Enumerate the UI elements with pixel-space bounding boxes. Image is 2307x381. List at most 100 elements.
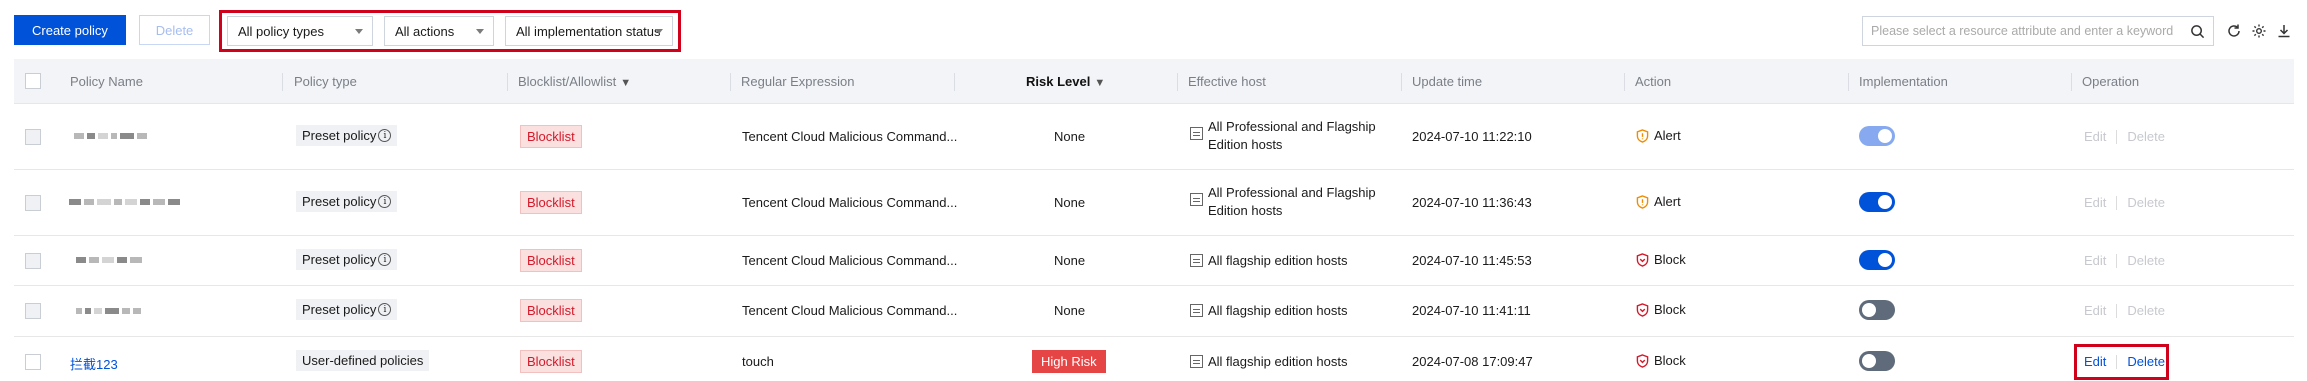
- action-cell: Block: [1636, 252, 1686, 267]
- block-shield-icon: [1636, 302, 1649, 317]
- update-time-cell: 2024-07-10 11:45:53: [1412, 253, 1532, 268]
- effective-host-cell: All Professional and Flagship Edition hos…: [1190, 184, 1383, 220]
- action-cell: Alert: [1636, 194, 1681, 209]
- implementation-select[interactable]: All implementation status: [505, 16, 673, 46]
- create-policy-button[interactable]: Create policy: [14, 15, 126, 45]
- col-update-time: Update time: [1412, 74, 1483, 89]
- policy-type-cell: Preset policy i: [296, 299, 398, 320]
- regex-cell: Tencent Cloud Malicious Command...: [742, 129, 958, 144]
- regex-cell: Tencent Cloud Malicious Command...: [742, 303, 958, 318]
- info-icon[interactable]: i: [378, 303, 392, 316]
- redacted-policy-name: [69, 199, 180, 205]
- update-time-cell: 2024-07-10 11:22:10: [1412, 129, 1532, 144]
- policy-type-cell: Preset policy i: [296, 191, 398, 212]
- chevron-down-icon: [355, 29, 363, 34]
- host-line1: All flagship edition hosts: [1208, 253, 1348, 268]
- action-cell: Block: [1636, 353, 1686, 368]
- action-label: Alert: [1654, 128, 1681, 143]
- operation-cell: Edit Delete: [2084, 354, 2165, 369]
- policy-type-tag: Preset policy i: [296, 299, 398, 320]
- col-risk-level: Risk Level ▼: [1026, 59, 1105, 104]
- table-row[interactable]: 拦截123 User-defined policies Blocklist to…: [14, 337, 2294, 381]
- filter-icon[interactable]: ▼: [620, 61, 631, 106]
- info-icon[interactable]: i: [378, 253, 392, 266]
- row-checkbox[interactable]: [25, 195, 41, 211]
- implementation-toggle[interactable]: [1859, 300, 1895, 320]
- action-select[interactable]: All actions: [384, 16, 494, 46]
- table-row[interactable]: Preset policy i Blocklist Tencent Cloud M…: [14, 104, 2294, 170]
- policy-type-label: Preset policy: [302, 252, 377, 267]
- col-list-type-label: Blocklist/Allowlist: [518, 74, 617, 89]
- col-divider: [1401, 73, 1402, 91]
- host-icon: [1190, 304, 1203, 317]
- edit-link[interactable]: Edit: [2084, 195, 2106, 210]
- row-checkbox[interactable]: [25, 129, 41, 145]
- policy-type-label: Preset policy: [302, 194, 377, 209]
- row-checkbox[interactable]: [25, 253, 41, 269]
- col-action: Action: [1635, 74, 1672, 89]
- delete-link[interactable]: Delete: [2127, 195, 2165, 210]
- host-icon: [1190, 193, 1203, 206]
- table-row[interactable]: Preset policy i Blocklist Tencent Cloud M…: [14, 236, 2294, 286]
- risk-level-cell: None: [1054, 195, 1086, 210]
- edit-link[interactable]: Edit: [2084, 303, 2106, 318]
- download-icon[interactable]: [2275, 22, 2293, 40]
- filter-icon[interactable]: ▼: [1094, 61, 1105, 106]
- high-risk-badge: High Risk: [1032, 350, 1106, 373]
- col-implementation: Implementation: [1859, 74, 1948, 89]
- redacted-policy-name: [74, 133, 147, 139]
- risk-level-cell: None: [1054, 129, 1086, 144]
- host-icon: [1190, 127, 1203, 140]
- edit-link[interactable]: Edit: [2084, 354, 2106, 369]
- blocklist-tag: Blocklist: [520, 249, 582, 272]
- delete-link[interactable]: Delete: [2127, 354, 2165, 369]
- blocklist-tag: Blocklist: [520, 299, 582, 322]
- host-line1: All Professional and Flagship: [1208, 119, 1376, 134]
- refresh-icon[interactable]: [2225, 22, 2243, 40]
- implementation-toggle[interactable]: [1859, 351, 1895, 371]
- row-checkbox[interactable]: [25, 354, 41, 370]
- col-divider: [1848, 73, 1849, 91]
- gear-icon[interactable]: [2250, 22, 2268, 40]
- operation-cell: Edit Delete: [2084, 253, 2165, 268]
- table-header: Policy Name Policy type Blocklist/Allowl…: [14, 59, 2294, 104]
- risk-level-cell: None: [1054, 303, 1086, 318]
- policy-table: Policy Name Policy type Blocklist/Allowl…: [14, 59, 2294, 381]
- table-row[interactable]: Preset policy i Blocklist Tencent Cloud M…: [14, 286, 2294, 337]
- delete-link[interactable]: Delete: [2127, 303, 2165, 318]
- redacted-policy-name: [76, 257, 142, 263]
- action-label: Alert: [1654, 194, 1681, 209]
- redacted-policy-name: [76, 308, 141, 314]
- implementation-toggle[interactable]: [1859, 126, 1895, 146]
- table-row[interactable]: Preset policy i Blocklist Tencent Cloud M…: [14, 170, 2294, 236]
- blocklist-tag: Blocklist: [520, 350, 582, 373]
- list-type-cell: Blocklist: [520, 125, 582, 148]
- info-icon[interactable]: i: [378, 195, 392, 208]
- delete-link[interactable]: Delete: [2127, 253, 2165, 268]
- delete-button[interactable]: Delete: [139, 15, 210, 45]
- row-checkbox[interactable]: [25, 303, 41, 319]
- policy-type-select[interactable]: All policy types: [227, 16, 373, 46]
- regex-cell: Tencent Cloud Malicious Command...: [742, 253, 958, 268]
- select-all-checkbox[interactable]: [25, 73, 41, 89]
- implementation-toggle[interactable]: [1859, 192, 1895, 212]
- implementation-select-value: All implementation status: [516, 23, 661, 39]
- delete-link[interactable]: Delete: [2127, 129, 2165, 144]
- info-icon[interactable]: i: [378, 129, 392, 142]
- col-list-type: Blocklist/Allowlist ▼: [518, 59, 631, 104]
- search-input[interactable]: Please select a resource attribute and e…: [1862, 16, 2214, 46]
- risk-level-cell: High Risk: [1032, 350, 1106, 373]
- col-effective-host: Effective host: [1188, 74, 1266, 89]
- action-select-value: All actions: [395, 23, 455, 39]
- host-line1: All Professional and Flagship: [1208, 185, 1376, 200]
- col-divider: [2071, 73, 2072, 91]
- edit-link[interactable]: Edit: [2084, 253, 2106, 268]
- search-icon[interactable]: [2190, 24, 2205, 39]
- col-policy-type: Policy type: [294, 74, 357, 89]
- col-regex: Regular Expression: [741, 74, 855, 89]
- edit-link[interactable]: Edit: [2084, 129, 2106, 144]
- implementation-toggle[interactable]: [1859, 250, 1895, 270]
- policy-type-cell: User-defined policies: [296, 350, 430, 371]
- policy-name-link[interactable]: 拦截123: [70, 354, 118, 373]
- col-divider: [1624, 73, 1625, 91]
